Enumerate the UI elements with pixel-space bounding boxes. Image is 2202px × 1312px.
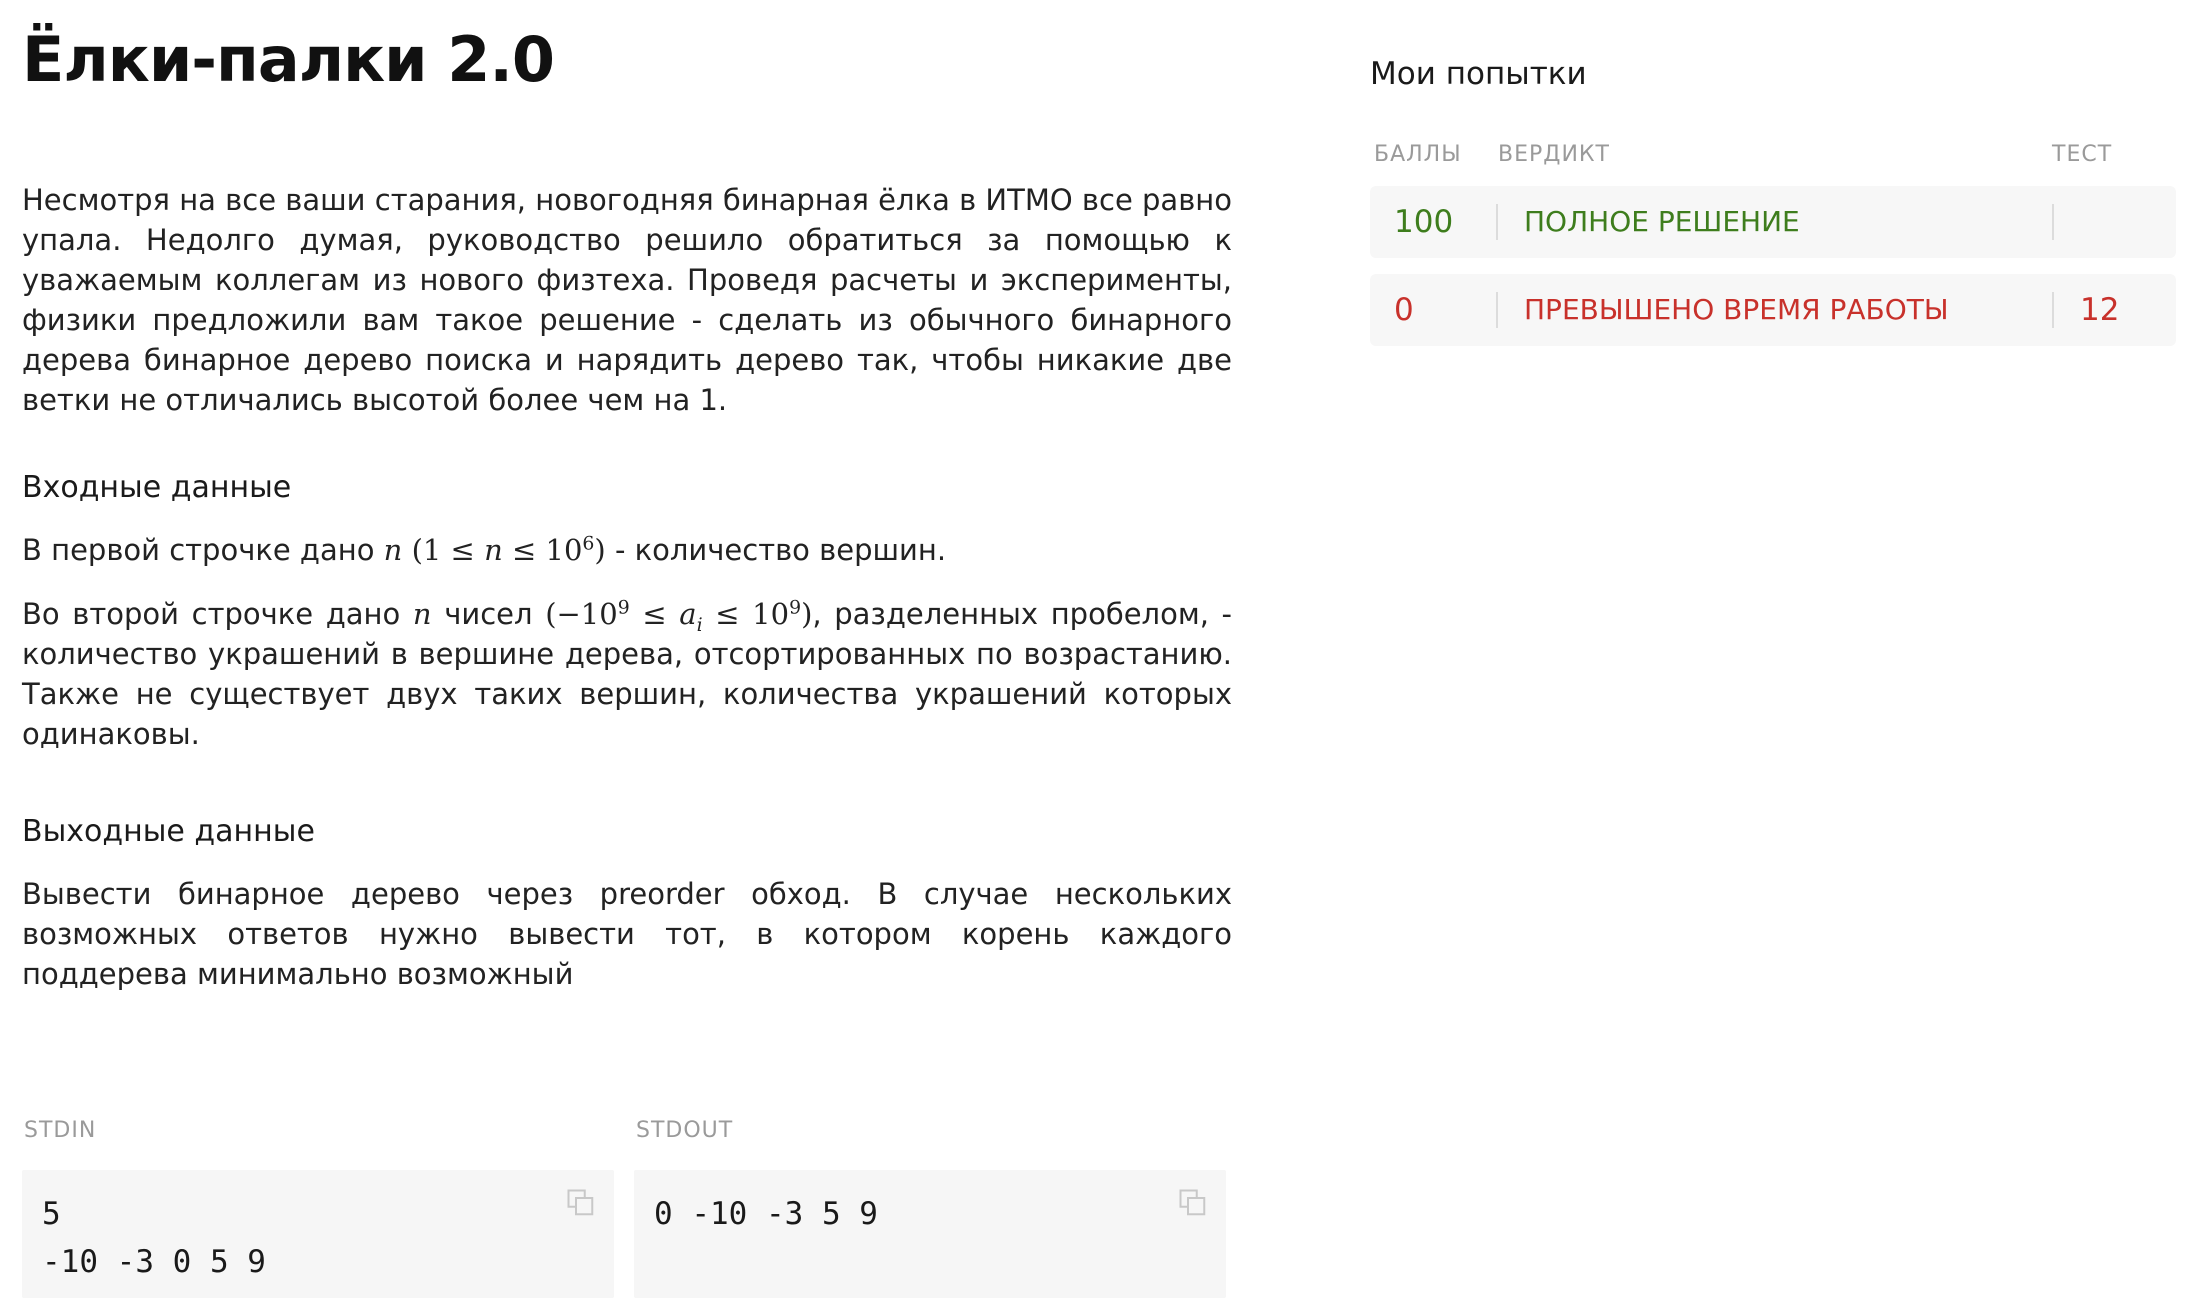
copy-icon[interactable] <box>1178 1188 1208 1218</box>
math-n-range: (1 ≤ n ≤ 106) <box>411 533 606 567</box>
copy-icon[interactable] <box>566 1188 596 1218</box>
column-divider <box>1496 204 1498 240</box>
math-n: n <box>412 597 432 631</box>
input-line-1-prefix: В первой строчке дано <box>22 533 375 567</box>
math-ai-range: (−109 ≤ ai ≤ 109) <box>545 597 813 636</box>
problem-statement: Ёлки-палки 2.0 Несмотря на все ваши стар… <box>22 20 1232 994</box>
output-text: Вывести бинарное дерево через preorder о… <box>22 877 1232 991</box>
math-n: n <box>383 533 403 567</box>
column-header-score: БАЛЛЫ <box>1374 142 1462 167</box>
attempt-verdict: ПОЛНОЕ РЕШЕНИЕ <box>1524 205 1800 238</box>
stdout-box: 0 -10 -3 5 9 <box>634 1170 1226 1298</box>
input-section-title: Входные данные <box>22 470 292 505</box>
attempt-test: 12 <box>2080 292 2120 328</box>
input-line-1: В первой строчке дано n (1 ≤ n ≤ 106) - … <box>22 530 1232 570</box>
column-header-test: ТЕСТ <box>2052 142 2113 167</box>
stdout-label: STDOUT <box>636 1118 734 1143</box>
attempts-title: Мои попытки <box>1370 56 1587 92</box>
output-section-title: Выходные данные <box>22 814 315 849</box>
stdin-box: 5 -10 -3 0 5 9 <box>22 1170 614 1298</box>
attempt-verdict: ПРЕВЫШЕНО ВРЕМЯ РАБОТЫ <box>1524 293 1949 326</box>
column-header-verdict: ВЕРДИКТ <box>1498 142 1610 167</box>
stdout-content[interactable]: 0 -10 -3 5 9 <box>654 1190 878 1238</box>
input-line-2-prefix: Во второй строчке дано <box>22 597 401 631</box>
stdin-content[interactable]: 5 -10 -3 0 5 9 <box>42 1190 266 1286</box>
input-line-1-suffix: - количество вершин. <box>605 533 947 567</box>
column-divider <box>2052 204 2054 240</box>
attempt-row[interactable]: 0 ПРЕВЫШЕНО ВРЕМЯ РАБОТЫ 12 <box>1370 274 2176 346</box>
problem-intro: Несмотря на все ваши старания, новогодня… <box>22 183 1232 417</box>
column-divider <box>1496 292 1498 328</box>
input-line-2: Во второй строчке дано n чисел (−109 ≤ a… <box>22 594 1232 754</box>
attempt-row[interactable]: 100 ПОЛНОЕ РЕШЕНИЕ <box>1370 186 2176 258</box>
attempt-score: 100 <box>1394 204 1454 240</box>
stdin-label: STDIN <box>24 1118 97 1143</box>
input-line-2-mid: чисел <box>444 597 533 631</box>
attempt-score: 0 <box>1394 292 1414 328</box>
problem-title: Ёлки-палки 2.0 <box>22 23 555 96</box>
column-divider <box>2052 292 2054 328</box>
